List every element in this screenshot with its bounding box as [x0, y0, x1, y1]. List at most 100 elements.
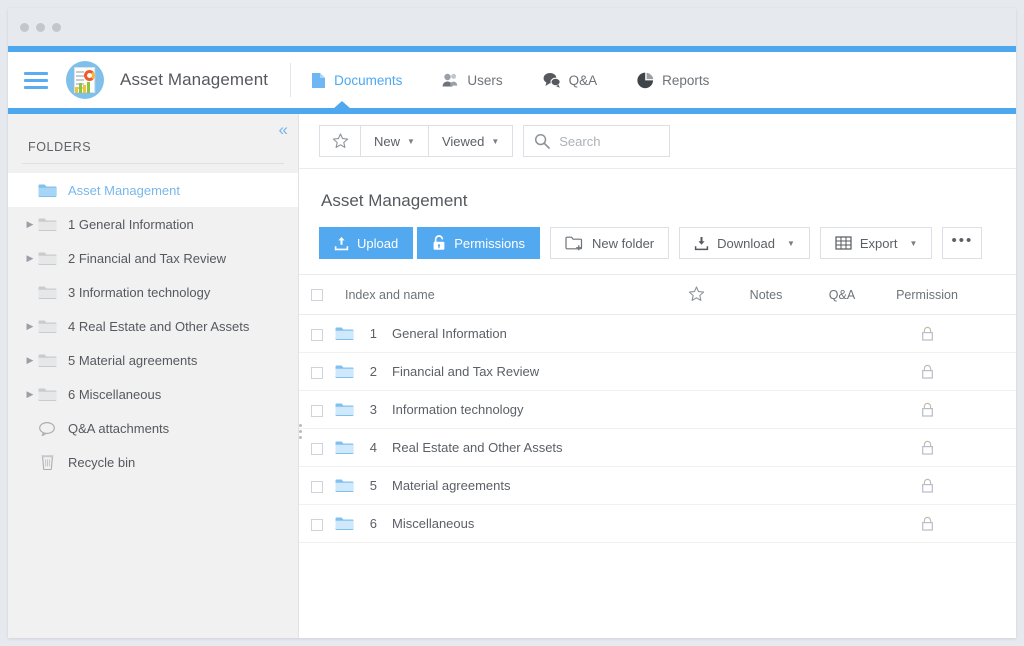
main-nav: Documents Users: [291, 52, 729, 108]
star-outline-icon: [332, 133, 349, 150]
collapse-sidebar-icon[interactable]: «: [279, 121, 288, 138]
document-analytics-logo: [66, 61, 104, 99]
table-row[interactable]: 5 Material agreements: [299, 467, 1016, 505]
sidebar-divider: [22, 163, 284, 164]
tab-reports[interactable]: Reports: [617, 52, 729, 108]
new-dropdown-button[interactable]: New ▼: [360, 125, 429, 157]
viewed-dropdown-button[interactable]: Viewed ▼: [428, 125, 513, 157]
row-permission-cell[interactable]: [879, 315, 975, 353]
action-toolbar: Upload Permissions: [299, 227, 1016, 259]
chevron-right-icon[interactable]: ▶: [22, 219, 38, 230]
sidebar-item-material-agreements[interactable]: ▶ 5 Material agreements: [8, 343, 298, 377]
sidebar-item-real-estate-and-other-assets[interactable]: ▶ 4 Real Estate and Other Assets: [8, 309, 298, 343]
select-all-checkbox[interactable]: [311, 289, 323, 301]
row-checkbox[interactable]: [311, 481, 323, 493]
row-favorite-cell[interactable]: [665, 505, 727, 543]
folders-section-label: FOLDERS: [8, 114, 298, 163]
table-row[interactable]: 6 Miscellaneous: [299, 505, 1016, 543]
table-row[interactable]: 3 Information technology: [299, 391, 1016, 429]
table-row[interactable]: 2 Financial and Tax Review: [299, 353, 1016, 391]
more-actions-button[interactable]: •••: [942, 227, 982, 259]
window-dot-2[interactable]: [36, 23, 45, 32]
row-favorite-cell[interactable]: [665, 391, 727, 429]
row-index: 3: [363, 402, 377, 417]
sidebar-item-recycle-bin[interactable]: ▶ Recycle bin: [8, 445, 298, 479]
download-button[interactable]: Download ▼: [679, 227, 810, 259]
lock-icon: [879, 440, 975, 456]
chevron-down-icon: ▼: [909, 239, 917, 248]
sidebar-item-label: Q&A attachments: [68, 421, 169, 436]
menu-icon[interactable]: [24, 72, 48, 89]
folder-icon: [335, 364, 354, 379]
row-index: 2: [363, 364, 377, 379]
row-permission-cell[interactable]: [879, 505, 975, 543]
permissions-button[interactable]: Permissions: [417, 227, 540, 259]
name-column-header[interactable]: Index and name: [335, 275, 665, 315]
permission-column-header[interactable]: Permission: [879, 275, 975, 315]
sidebar-item-miscellaneous[interactable]: ▶ 6 Miscellaneous: [8, 377, 298, 411]
sidebar-resize-handle[interactable]: [299, 424, 302, 439]
row-select-cell: [299, 429, 335, 467]
tab-qa[interactable]: Q&A: [523, 52, 618, 108]
window-titlebar: [8, 8, 1016, 46]
row-notes-cell: [727, 467, 805, 505]
upload-button[interactable]: Upload: [319, 227, 413, 259]
row-permission-cell[interactable]: [879, 353, 975, 391]
row-checkbox[interactable]: [311, 329, 323, 341]
search-box[interactable]: [523, 125, 670, 157]
search-input[interactable]: [559, 134, 659, 149]
tab-users[interactable]: Users: [422, 52, 522, 108]
table-row[interactable]: 1 General Information: [299, 315, 1016, 353]
new-folder-button[interactable]: New folder: [550, 227, 669, 259]
chevron-right-icon[interactable]: ▶: [22, 389, 38, 400]
row-permission-cell[interactable]: [879, 429, 975, 467]
window-dot-3[interactable]: [52, 23, 61, 32]
row-spacer-cell: [975, 315, 1016, 353]
row-checkbox[interactable]: [311, 519, 323, 531]
chevron-down-icon: ▼: [407, 137, 415, 146]
window-dot-1[interactable]: [20, 23, 29, 32]
row-name: General Information: [392, 326, 507, 341]
row-qa-cell: [805, 315, 879, 353]
folder-icon: [38, 387, 60, 402]
row-name-cell: 1 General Information: [335, 315, 665, 353]
sidebar-item-asset-management[interactable]: ▶ Asset Management: [8, 173, 298, 207]
row-name: Material agreements: [392, 478, 511, 493]
export-button[interactable]: Export ▼: [820, 227, 933, 259]
row-name: Information technology: [392, 402, 524, 417]
row-permission-cell[interactable]: [879, 467, 975, 505]
row-spacer-cell: [975, 467, 1016, 505]
row-favorite-cell[interactable]: [665, 315, 727, 353]
folder-icon: [335, 516, 354, 531]
sidebar-item-information-technology[interactable]: ▶ 3 Information technology: [8, 275, 298, 309]
folder-icon: [38, 285, 60, 300]
chevron-right-icon[interactable]: ▶: [22, 321, 38, 332]
new-label: New: [374, 134, 400, 149]
chevron-right-icon[interactable]: ▶: [22, 355, 38, 366]
table-row[interactable]: 4 Real Estate and Other Assets: [299, 429, 1016, 467]
chevron-right-icon[interactable]: ▶: [22, 253, 38, 264]
favorite-filter-button[interactable]: [319, 125, 361, 157]
main-panel: New ▼ Viewed ▼: [299, 114, 1016, 638]
qa-column-header[interactable]: Q&A: [805, 275, 879, 315]
row-name-cell: 6 Miscellaneous: [335, 505, 665, 543]
row-checkbox[interactable]: [311, 405, 323, 417]
sidebar-item-qa-attachments[interactable]: ▶ Q&A attachments: [8, 411, 298, 445]
row-favorite-cell[interactable]: [665, 467, 727, 505]
sidebar-item-label: 3 Information technology: [68, 285, 210, 300]
row-checkbox[interactable]: [311, 367, 323, 379]
row-select-cell: [299, 353, 335, 391]
permissions-label: Permissions: [454, 236, 525, 251]
page-title: Asset Management: [120, 70, 268, 90]
sidebar-item-financial-and-tax-review[interactable]: ▶ 2 Financial and Tax Review: [8, 241, 298, 275]
lock-icon: [879, 402, 975, 418]
chat-bubble-icon: [38, 421, 60, 436]
favorite-column-header[interactable]: [665, 275, 727, 315]
tab-documents[interactable]: Documents: [291, 52, 422, 108]
notes-column-header[interactable]: Notes: [727, 275, 805, 315]
row-permission-cell[interactable]: [879, 391, 975, 429]
row-favorite-cell[interactable]: [665, 353, 727, 391]
row-favorite-cell[interactable]: [665, 429, 727, 467]
row-checkbox[interactable]: [311, 443, 323, 455]
sidebar-item-general-information[interactable]: ▶ 1 General Information: [8, 207, 298, 241]
